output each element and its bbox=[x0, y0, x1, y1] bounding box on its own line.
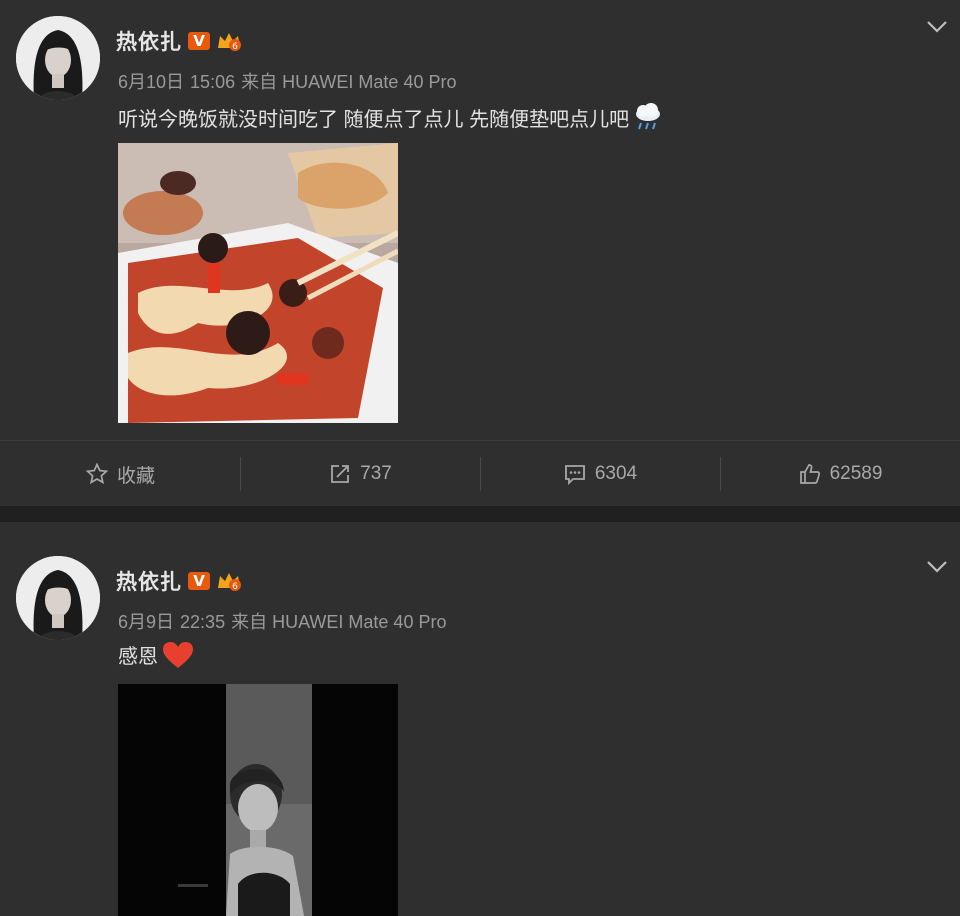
star-icon bbox=[85, 462, 109, 485]
portrait-photo[interactable] bbox=[118, 684, 398, 916]
avatar[interactable] bbox=[16, 556, 100, 640]
red-heart-icon bbox=[163, 641, 193, 668]
comment-count: 6304 bbox=[594, 463, 638, 484]
post-time: 15:06 bbox=[190, 72, 236, 92]
post-text-content: 听说今晚饭就没时间吃了 随便点了点儿 先随便垫吧点儿吧 bbox=[118, 108, 630, 131]
like-button[interactable]: 62589 bbox=[720, 441, 960, 507]
favorite-label: 收藏 bbox=[116, 465, 155, 487]
chevron-down-icon[interactable] bbox=[926, 20, 948, 34]
post-text: 听说今晚饭就没时间吃了 随便点了点儿 先随便垫吧点儿吧 bbox=[118, 102, 663, 132]
action-bar: 收藏 737 6304 62589 bbox=[0, 440, 960, 507]
post-date[interactable]: 6月9日 bbox=[118, 612, 174, 632]
comment-icon bbox=[564, 465, 585, 486]
vip-crown-icon: 6 bbox=[218, 573, 241, 592]
comment-button[interactable]: 6304 bbox=[480, 441, 720, 507]
weibo-post-1: 热依扎 V 6 6月10日 15:06 来自 HUAWEI Mate 40 Pro … bbox=[0, 0, 960, 507]
avatar[interactable] bbox=[16, 16, 100, 100]
rain-cloud-icon bbox=[636, 103, 661, 130]
post-divider bbox=[0, 506, 960, 522]
verified-badge-icon: V bbox=[188, 572, 210, 590]
post-time: 22:35 bbox=[180, 612, 226, 632]
food-photo[interactable] bbox=[118, 143, 398, 423]
author-row: 热依扎 V 6 bbox=[116, 26, 242, 56]
author-name[interactable]: 热依扎 bbox=[116, 26, 182, 56]
weibo-post-2: 热依扎 V 6 6月9日 22:35 来自 HUAWEI Mate 40 Pro 感… bbox=[0, 522, 960, 916]
like-count: 62589 bbox=[829, 463, 883, 484]
post-date[interactable]: 6月10日 bbox=[118, 72, 184, 92]
favorite-button[interactable]: 收藏 bbox=[0, 441, 240, 507]
author-row: 热依扎 V 6 bbox=[116, 566, 242, 596]
post-source: 来自 HUAWEI Mate 40 Pro bbox=[231, 612, 447, 632]
verified-badge-icon: V bbox=[188, 32, 210, 50]
post-text: 感恩 bbox=[118, 640, 194, 669]
level-badge: 6 bbox=[232, 42, 238, 52]
thumbs-up-icon bbox=[799, 464, 820, 484]
post-meta: 6月9日 22:35 来自 HUAWEI Mate 40 Pro bbox=[118, 608, 452, 634]
vip-crown-icon: 6 bbox=[218, 33, 241, 52]
post-source: 来自 HUAWEI Mate 40 Pro bbox=[241, 72, 457, 92]
repost-icon bbox=[331, 465, 350, 483]
post-text-content: 感恩 bbox=[118, 646, 158, 668]
repost-button[interactable]: 737 bbox=[240, 441, 480, 507]
chevron-down-icon[interactable] bbox=[926, 560, 948, 574]
level-badge: 6 bbox=[232, 582, 238, 592]
author-name[interactable]: 热依扎 bbox=[116, 566, 182, 596]
post-meta: 6月10日 15:06 来自 HUAWEI Mate 40 Pro bbox=[118, 68, 462, 94]
repost-count: 737 bbox=[360, 463, 392, 484]
